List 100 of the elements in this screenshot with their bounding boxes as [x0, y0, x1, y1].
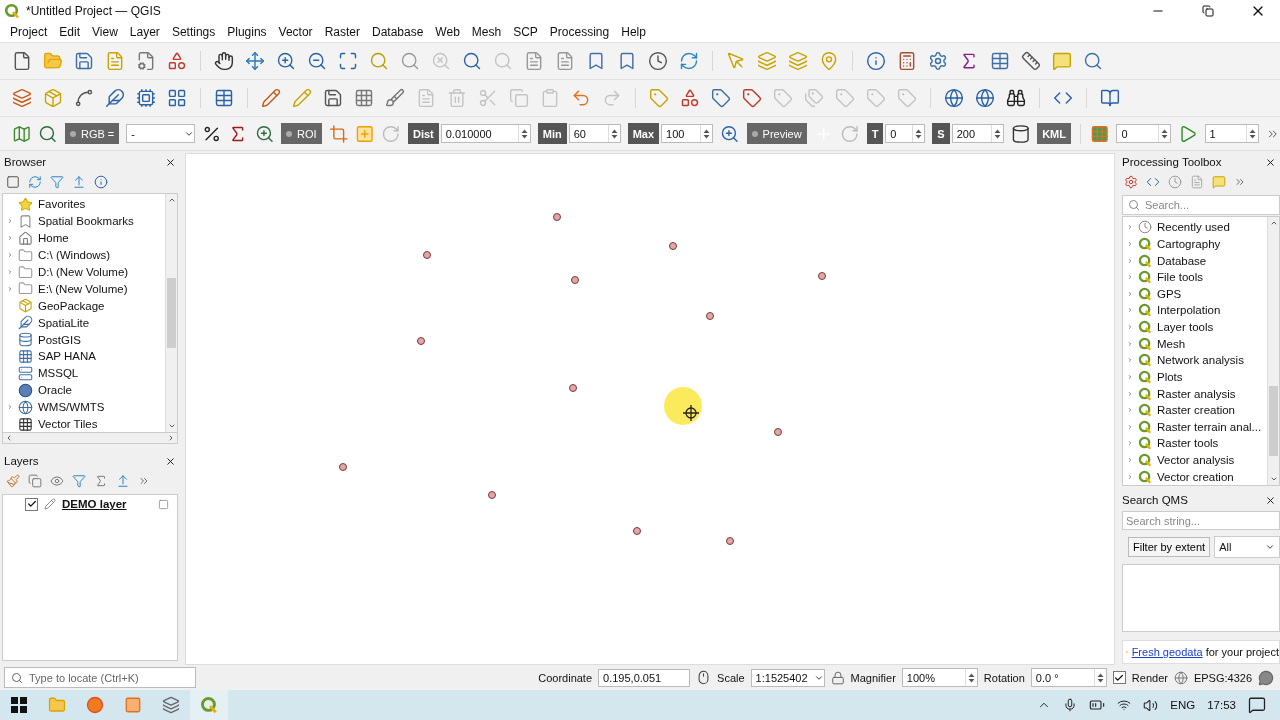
binoculars-icon[interactable]	[1006, 88, 1026, 108]
mouse-icon[interactable]	[696, 670, 712, 685]
spin-arrows-icon[interactable]	[1249, 127, 1257, 140]
q-logo-icon[interactable]	[1138, 353, 1152, 368]
tree-item[interactable]: Plots	[1123, 368, 1267, 386]
menu-item[interactable]: Processing	[543, 25, 616, 39]
tree-item[interactable]: WMS/WMTS	[3, 398, 165, 416]
q-logo-icon[interactable]	[1138, 403, 1152, 418]
dist-spinbox[interactable]: 0.010000	[440, 124, 531, 143]
menu-item[interactable]: Vector	[272, 25, 319, 39]
q-logo-icon[interactable]	[1138, 286, 1152, 301]
package-icon[interactable]	[43, 88, 63, 108]
grid-icon[interactable]	[167, 88, 187, 108]
rotation-spinbox[interactable]: 0.0 °	[1030, 668, 1107, 687]
search-field[interactable]: Search...	[1122, 195, 1280, 215]
close-icon[interactable]	[165, 156, 176, 168]
speech-bubble-icon[interactable]	[1052, 51, 1072, 71]
tree-item[interactable]: Layer tools	[1123, 318, 1267, 336]
label-tag-icon[interactable]	[649, 88, 669, 108]
pan-hand-icon[interactable]	[214, 51, 234, 71]
pencil-icon[interactable]	[44, 498, 56, 511]
clock-icon[interactable]	[1138, 220, 1152, 235]
tree-item[interactable]: SpatiaLite	[3, 314, 165, 332]
step-spinbox[interactable]: 1	[1204, 124, 1260, 143]
tree-item[interactable]: Vector creation	[1123, 468, 1267, 485]
scroll-left-icon[interactable]	[5, 434, 13, 443]
tree-item[interactable]: Cartography	[1123, 235, 1267, 253]
coordinate-field[interactable]: 0.195,0.051	[598, 668, 691, 687]
tree-item[interactable]: Recently used	[1123, 219, 1267, 236]
tree-item[interactable]: D:\ (New Volume)	[3, 263, 165, 281]
spin-arrows-icon[interactable]	[610, 127, 618, 140]
layers-icon[interactable]	[162, 696, 180, 714]
layer-checkbox[interactable]	[25, 497, 38, 511]
q-logo-icon[interactable]	[1138, 303, 1152, 318]
scrollbar-thumb[interactable]	[167, 278, 176, 349]
menu-item[interactable]: Plugins	[221, 25, 273, 39]
zoom-in-icon[interactable]	[720, 123, 740, 144]
q-logo-icon[interactable]	[1138, 436, 1152, 451]
play-icon[interactable]	[1178, 123, 1198, 144]
refresh-icon[interactable]	[28, 175, 42, 189]
spin-arrows-icon[interactable]	[915, 127, 923, 140]
menu-item[interactable]: Project	[4, 25, 54, 39]
package-icon[interactable]	[18, 298, 33, 314]
magnifier-icon[interactable]	[1083, 51, 1103, 71]
bookmark-icon[interactable]	[18, 213, 33, 229]
identify-icon[interactable]	[866, 51, 886, 71]
spin-arrows-icon[interactable]	[967, 671, 975, 684]
spin-arrows-icon[interactable]	[1096, 671, 1104, 684]
menu-item[interactable]: SCP	[507, 25, 544, 39]
q-logo-icon[interactable]	[1138, 386, 1152, 401]
kml-label[interactable]: KML	[1037, 123, 1071, 144]
zoom-full-icon[interactable]	[338, 51, 358, 71]
plus-square-icon[interactable]	[355, 123, 375, 144]
tree-item[interactable]: Vector Tiles	[3, 415, 165, 433]
language-indicator[interactable]: ENG	[1170, 699, 1196, 711]
menu-item[interactable]: Settings	[165, 25, 222, 39]
q-logo-icon[interactable]	[200, 696, 218, 714]
tree-item[interactable]: Network analysis	[1123, 352, 1267, 369]
globe-icon[interactable]	[944, 88, 964, 108]
layer-item[interactable]: DEMO layer	[3, 495, 177, 514]
settings-icon[interactable]	[928, 51, 948, 71]
band-set-dropdown[interactable]: -	[126, 124, 195, 143]
layers-icon[interactable]	[12, 88, 32, 108]
wifi-icon[interactable]	[1117, 698, 1132, 712]
node-grid-icon[interactable]	[354, 88, 374, 108]
help-book-icon[interactable]	[1100, 88, 1120, 108]
close-icon[interactable]	[1265, 156, 1276, 168]
q-logo-icon[interactable]	[1138, 253, 1152, 268]
locator-field[interactable]: Type to locate (Ctrl+K)	[4, 667, 196, 688]
more-icon[interactable]	[1234, 176, 1246, 188]
tree-item[interactable]: Vector analysis	[1123, 451, 1267, 469]
oval-icon[interactable]	[18, 382, 33, 398]
clock-icon[interactable]	[648, 51, 668, 71]
q-logo-icon[interactable]	[1138, 369, 1152, 384]
globe-icon[interactable]	[18, 399, 33, 415]
filter-by-extent-button[interactable]: Filter by extent	[1128, 537, 1211, 557]
info-icon[interactable]	[94, 175, 108, 189]
undo-icon[interactable]	[571, 88, 591, 108]
tree-item[interactable]: MSSQL	[3, 364, 165, 382]
q-logo-icon[interactable]	[1138, 336, 1152, 351]
menu-item[interactable]: Layer	[123, 25, 166, 39]
collapse-icon[interactable]	[72, 175, 86, 189]
shapes-icon[interactable]	[167, 51, 187, 71]
spin-arrows-icon[interactable]	[703, 127, 711, 140]
roi-button[interactable]: ROI	[281, 123, 322, 144]
spin-arrows-icon[interactable]	[1161, 127, 1169, 140]
move-arrows-icon[interactable]	[245, 51, 265, 71]
brush-icon[interactable]	[385, 88, 405, 108]
q-logo-icon[interactable]	[1138, 419, 1152, 434]
menu-item[interactable]: Help	[615, 25, 652, 39]
scale-dropdown[interactable]: 1:1525402	[750, 668, 825, 687]
menu-item[interactable]: Raster	[318, 25, 366, 39]
restore-icon[interactable]	[1202, 5, 1214, 17]
folder-icon[interactable]	[43, 51, 63, 71]
tree-item[interactable]: SAP HANA	[3, 348, 165, 365]
label-tag-icon[interactable]	[711, 88, 731, 108]
min-spinbox[interactable]: 60	[568, 124, 621, 143]
speaker-icon[interactable]	[1143, 697, 1159, 713]
scroll-right-icon[interactable]	[167, 434, 175, 443]
calculator-icon[interactable]	[897, 51, 917, 71]
